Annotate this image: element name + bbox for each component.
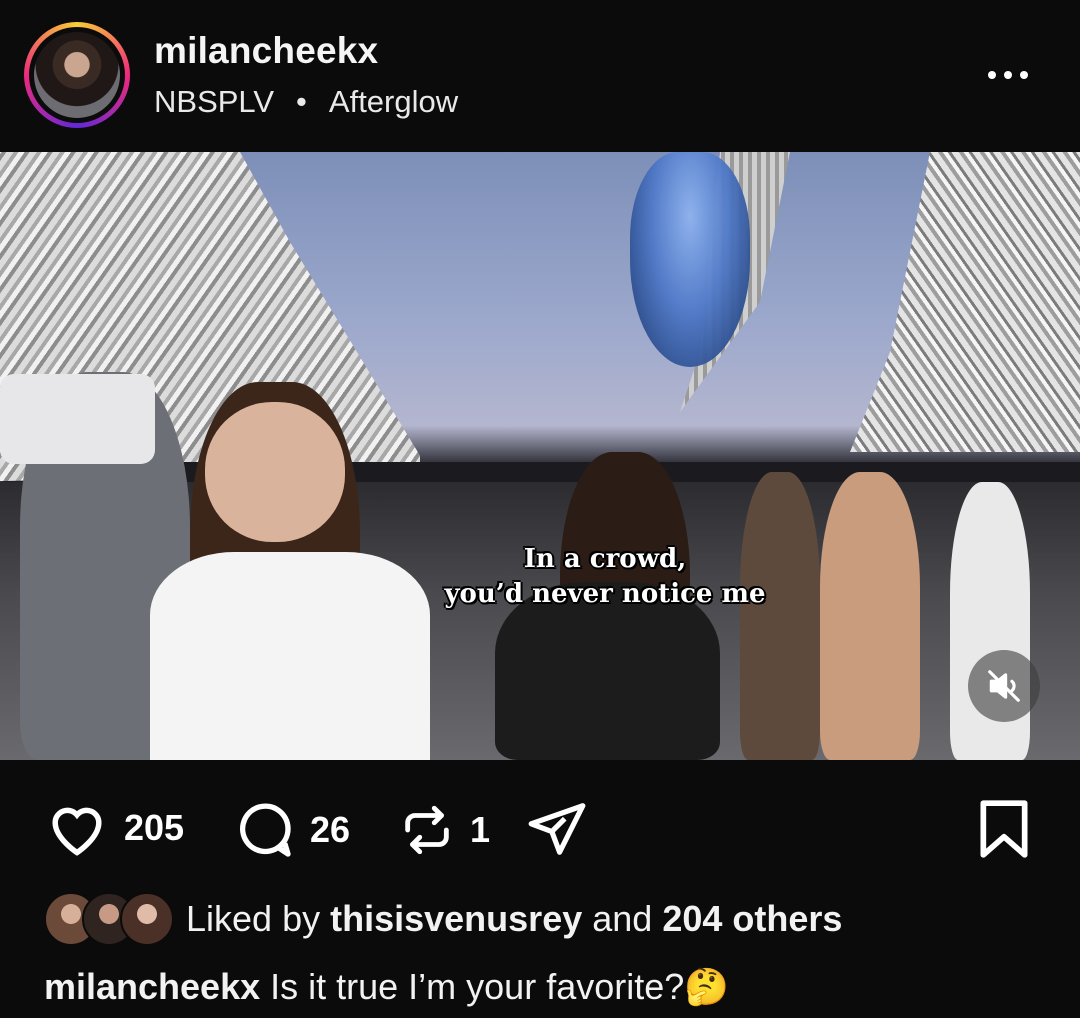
video-caption-line-1: In a crowd,	[523, 544, 687, 574]
share-action[interactable]	[524, 798, 590, 860]
post-username[interactable]: milancheekx	[154, 30, 378, 72]
hanging-statue	[630, 152, 750, 367]
audio-artist: NBSPLV	[154, 84, 275, 119]
person-right-1	[740, 472, 820, 760]
audio-info[interactable]: NBSPLV • Afterglow	[154, 84, 458, 120]
caption-text: Is it true I’m your favorite?🤔	[270, 966, 730, 1007]
post-actions-bar: 205 26 1	[0, 760, 1080, 890]
post-header: milancheekx NBSPLV • Afterglow	[0, 0, 1080, 152]
more-options-button[interactable]	[988, 60, 1040, 90]
repost-count: 1	[470, 809, 491, 850]
post-caption: milancheekx Is it true I’m your favorite?…	[44, 966, 729, 1008]
post-media-video[interactable]: In a crowd, you’d never notice me	[0, 152, 1080, 760]
avatar-story-ring[interactable]	[24, 22, 130, 128]
caption-username[interactable]: milancheekx	[44, 966, 260, 1007]
liked-by-user[interactable]: thisisvenusrey	[330, 898, 582, 939]
main-person-face	[205, 402, 345, 542]
avatar	[34, 32, 120, 118]
heart-icon[interactable]	[44, 798, 110, 858]
more-horizontal-icon	[988, 71, 996, 79]
share-icon[interactable]	[524, 798, 590, 860]
person-right-2	[820, 472, 920, 760]
phone	[0, 374, 155, 464]
main-person-top	[150, 552, 430, 760]
liker-avatar	[120, 892, 174, 946]
repost-action[interactable]: 1	[398, 798, 490, 862]
video-caption-overlay: In a crowd, you’d never notice me	[400, 542, 810, 612]
audio-track: Afterglow	[328, 84, 459, 119]
like-count: 205	[124, 807, 185, 848]
audio-separator: •	[296, 84, 307, 119]
comment-count: 26	[310, 809, 351, 850]
repost-icon[interactable]	[398, 798, 456, 862]
liked-by-row[interactable]: Liked by thisisvenusrey and 204 others	[44, 892, 842, 946]
mute-icon	[988, 670, 1020, 702]
liked-by-text: Liked by thisisvenusrey and 204 others	[186, 898, 843, 939]
video-caption-line-2: you’d never notice me	[444, 579, 766, 609]
stage-foil-right	[850, 152, 1080, 452]
mute-button[interactable]	[968, 650, 1040, 722]
bookmark-icon[interactable]	[976, 798, 1032, 860]
like-action[interactable]: 205	[44, 798, 184, 858]
comment-action[interactable]: 26	[232, 798, 350, 862]
save-button[interactable]	[976, 798, 1032, 865]
liked-by-others[interactable]: 204 others	[662, 898, 842, 939]
comment-icon[interactable]	[232, 798, 296, 862]
